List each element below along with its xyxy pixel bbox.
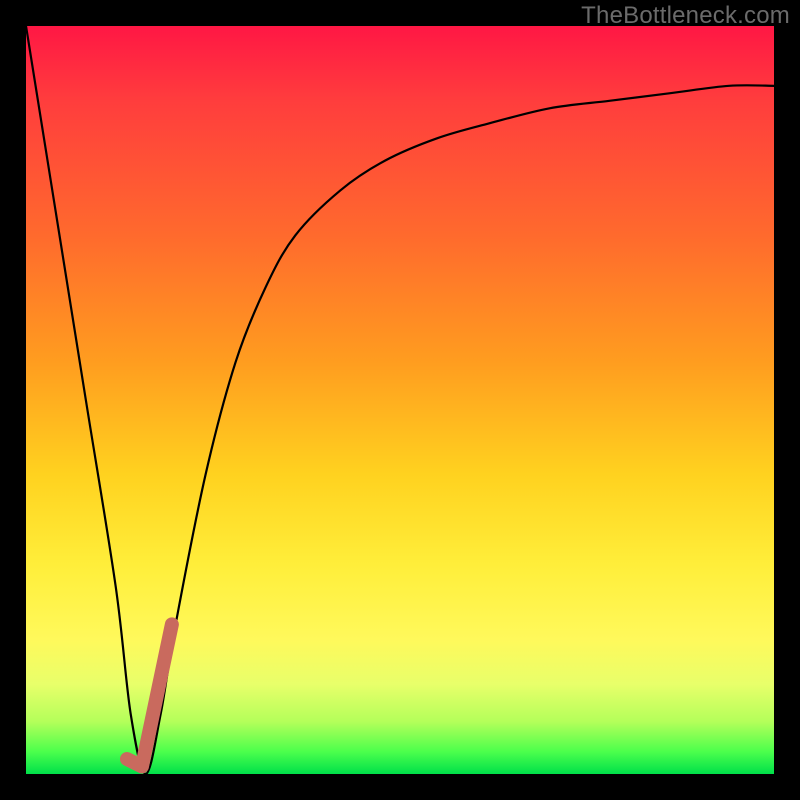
chart-svg xyxy=(26,26,774,774)
bottleneck-curve xyxy=(26,26,774,774)
highlight-marker xyxy=(127,624,172,766)
chart-frame: TheBottleneck.com xyxy=(0,0,800,800)
watermark-text: TheBottleneck.com xyxy=(581,2,790,30)
plot-area xyxy=(26,26,774,774)
